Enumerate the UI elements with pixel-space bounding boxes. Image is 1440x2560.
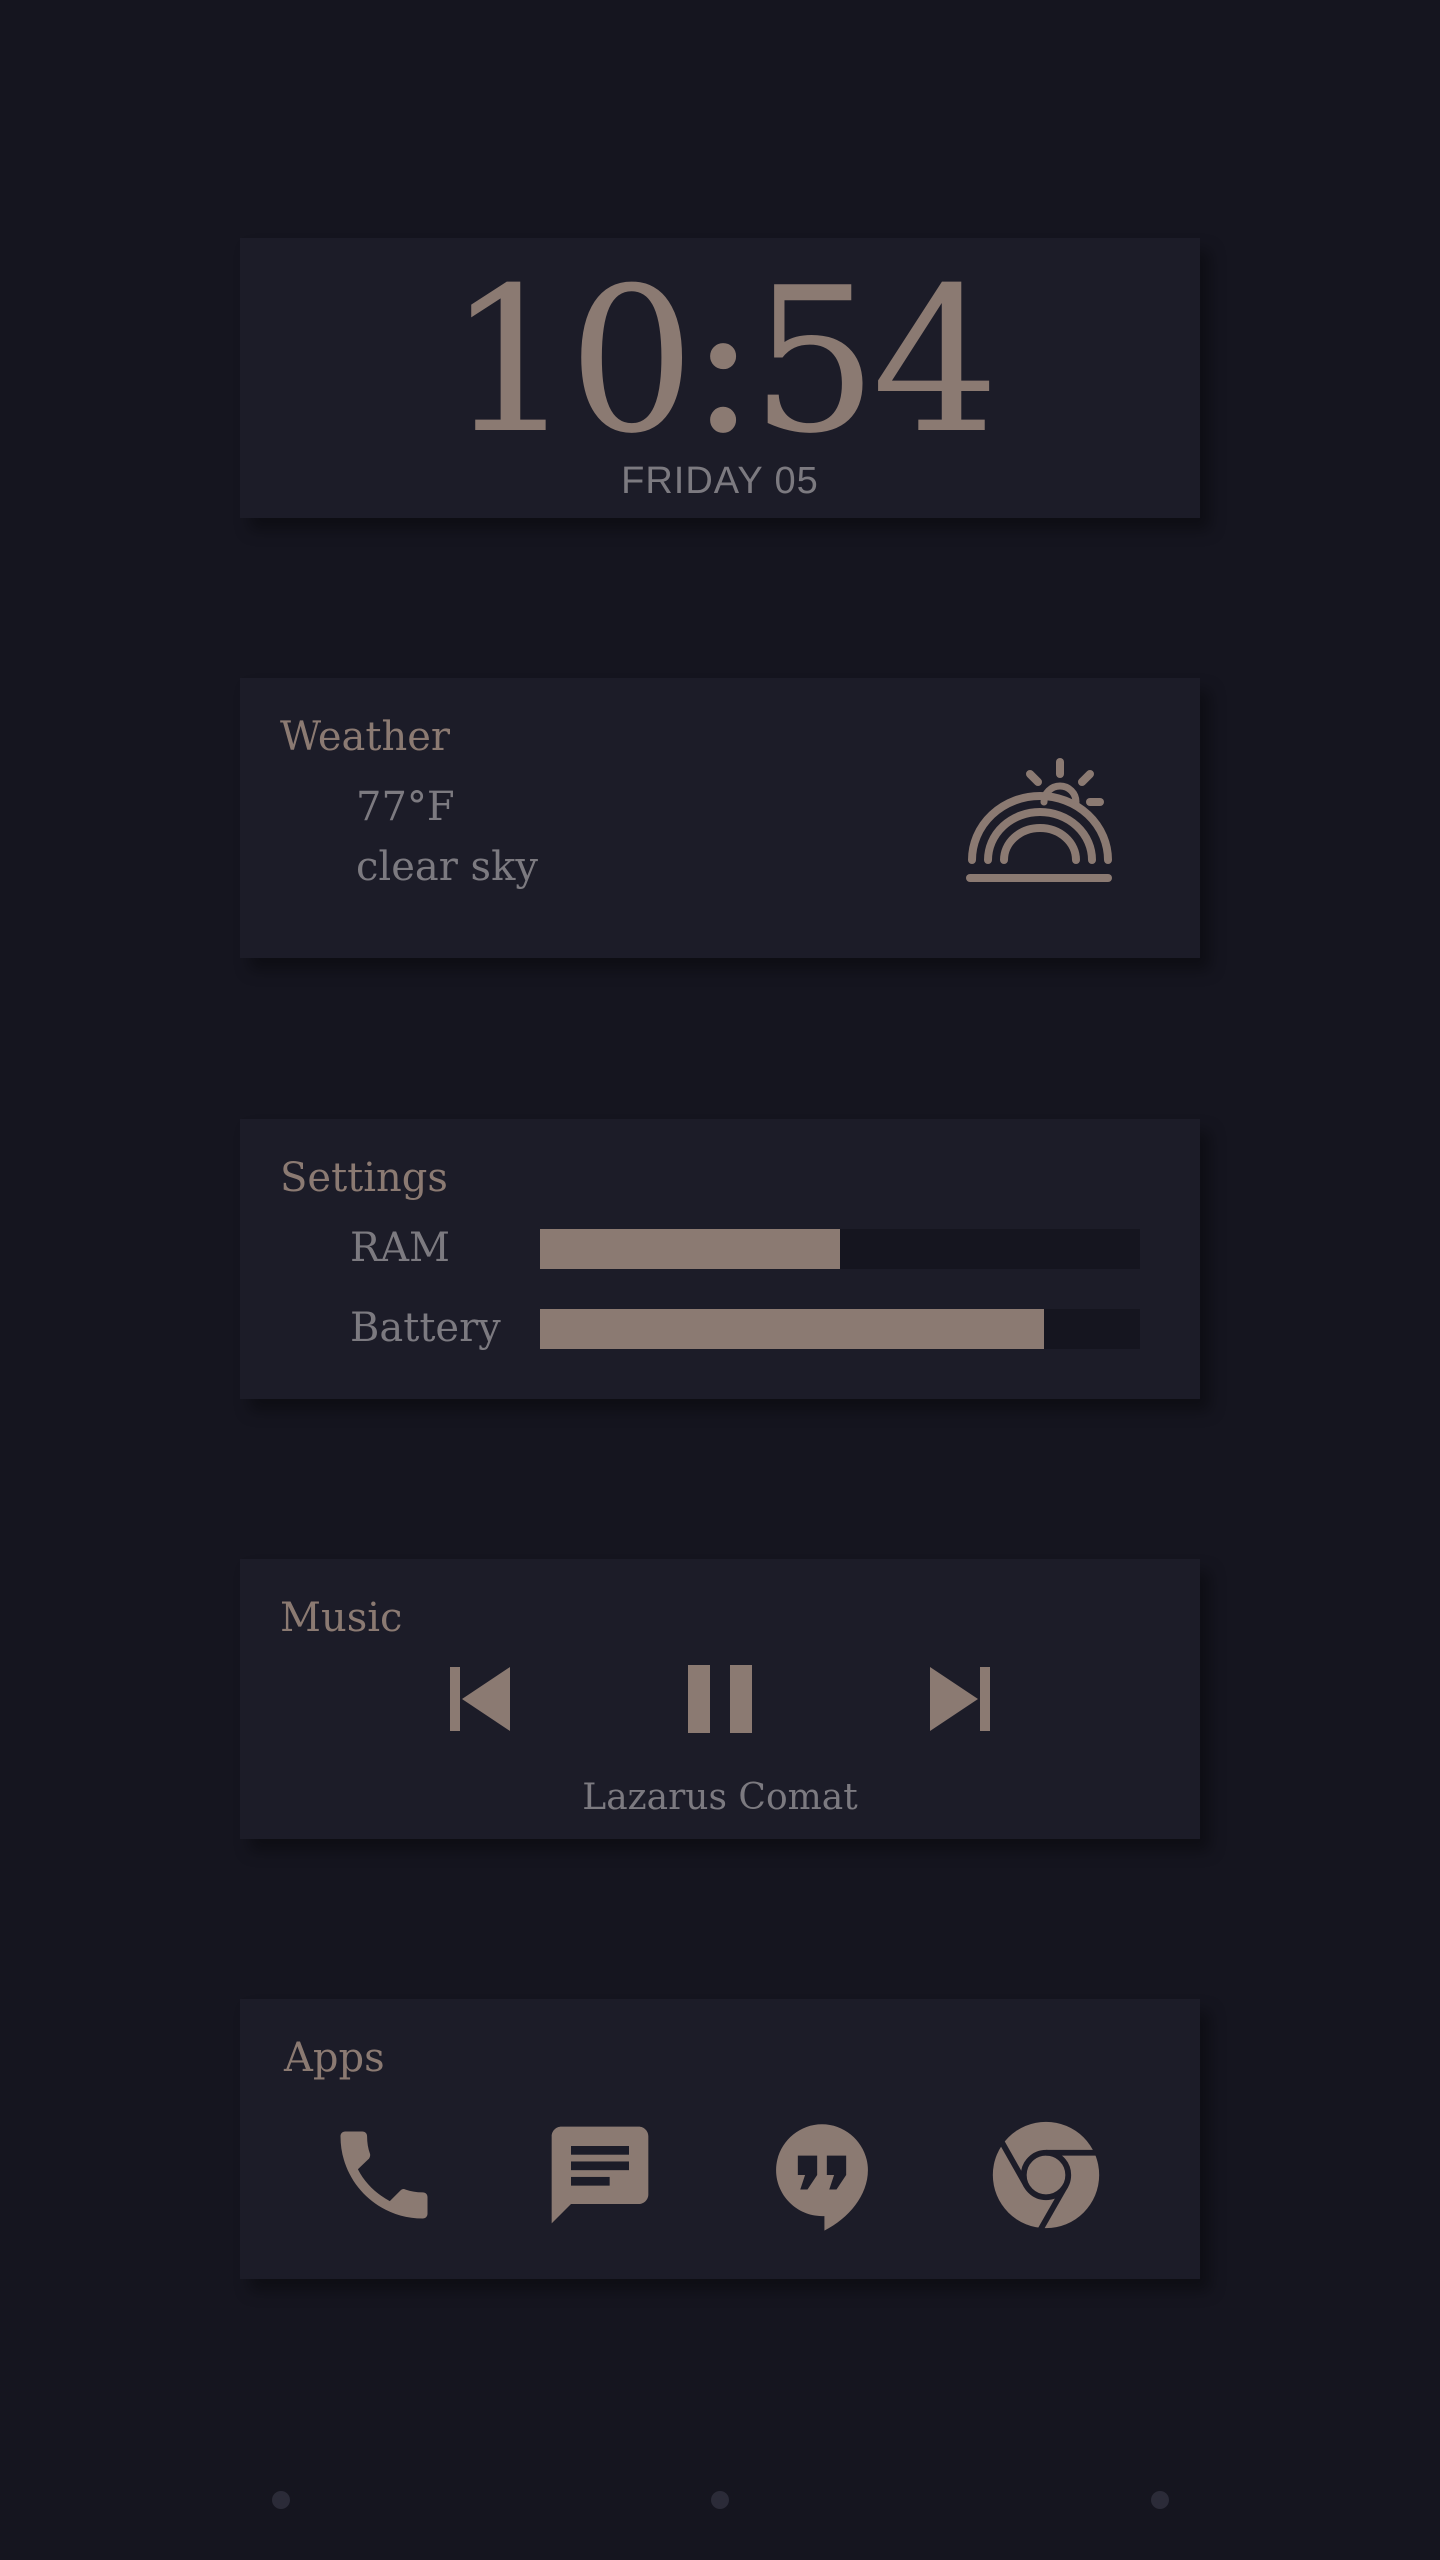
settings-widget[interactable]: Settings RAM Battery	[240, 1119, 1200, 1399]
music-widget[interactable]: Music Lazarus Comat	[240, 1559, 1200, 1839]
phone-icon[interactable]	[326, 2117, 442, 2233]
clock-date: FRIDAY 05	[621, 460, 819, 502]
clock-time: 10:54	[446, 245, 999, 478]
hangouts-icon[interactable]	[764, 2117, 880, 2233]
message-icon[interactable]	[542, 2117, 658, 2233]
clock-widget[interactable]: 10:54 FRIDAY 05	[240, 238, 1200, 518]
weather-temperature: 77°F	[356, 784, 455, 830]
track-name: Lazarus Comat	[582, 1777, 858, 1818]
weather-title: Weather	[280, 714, 450, 760]
ram-label: RAM	[350, 1225, 450, 1271]
page-indicator-dot[interactable]	[1151, 2491, 1169, 2509]
battery-bar	[540, 1309, 1140, 1349]
music-title: Music	[280, 1595, 403, 1641]
skip-previous-icon[interactable]	[440, 1659, 520, 1739]
ram-bar	[540, 1229, 1140, 1269]
pause-icon[interactable]	[680, 1659, 760, 1739]
apps-widget: Apps	[240, 1999, 1200, 2279]
skip-next-icon[interactable]	[920, 1659, 1000, 1739]
sunrise-icon	[966, 758, 1112, 882]
battery-label: Battery	[350, 1305, 501, 1351]
weather-condition: clear sky	[356, 844, 538, 890]
ram-bar-fill	[540, 1229, 840, 1269]
battery-bar-fill	[540, 1309, 1044, 1349]
apps-title: Apps	[284, 2035, 385, 2081]
home-screen: 10:54 FRIDAY 05 Weather 77°F clear sky S…	[0, 0, 1440, 2560]
settings-title: Settings	[280, 1155, 448, 1201]
weather-widget[interactable]: Weather 77°F clear sky	[240, 678, 1200, 958]
chrome-icon[interactable]	[988, 2117, 1104, 2233]
page-indicator-dot[interactable]	[711, 2491, 729, 2509]
page-indicator-dot[interactable]	[272, 2491, 290, 2509]
